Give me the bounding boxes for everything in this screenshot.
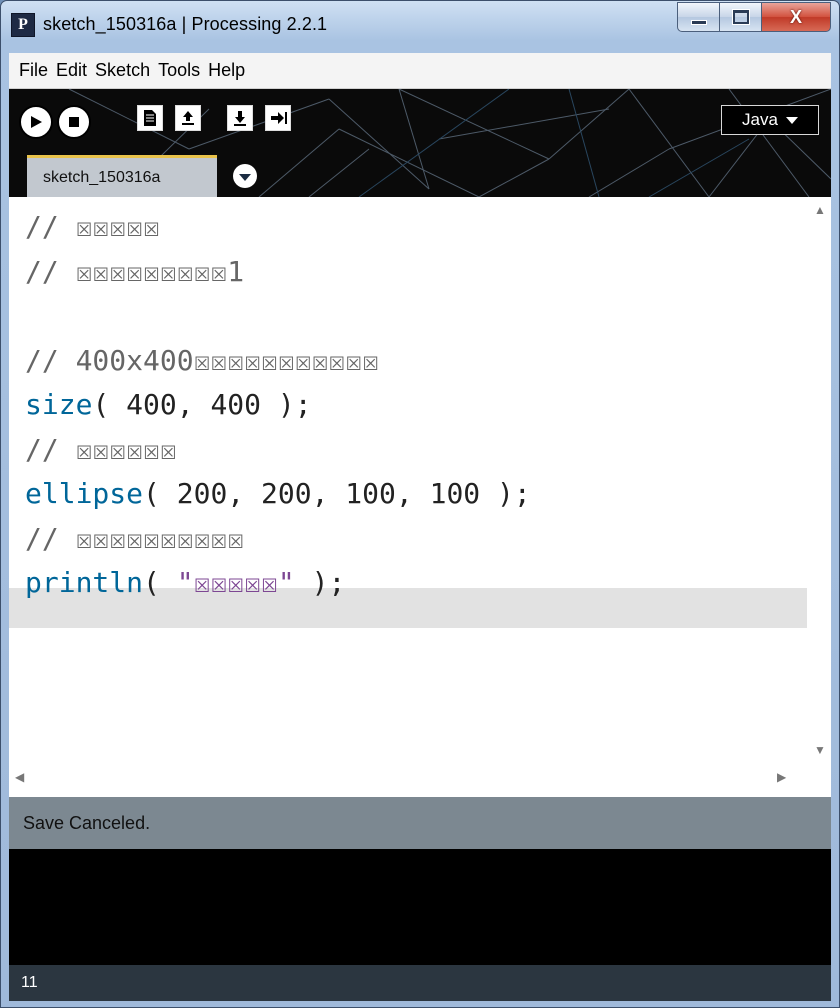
println-close: ); bbox=[294, 566, 346, 599]
size-args: ( 400, 400 ); bbox=[92, 388, 312, 421]
menu-edit[interactable]: Edit bbox=[56, 60, 87, 81]
scroll-down-icon[interactable]: ▼ bbox=[814, 743, 826, 757]
horizontal-scrollbar[interactable]: ◀ ▶ bbox=[9, 765, 807, 789]
scroll-right-icon[interactable]: ▶ bbox=[777, 770, 786, 784]
open-button[interactable] bbox=[175, 105, 201, 131]
toolbar: Java sketch_150316a bbox=[9, 89, 831, 197]
minimize-icon bbox=[690, 19, 707, 25]
menu-help[interactable]: Help bbox=[208, 60, 245, 81]
code-line-1[interactable]: // ☒☒☒☒☒ bbox=[9, 205, 807, 250]
window-controls: X bbox=[677, 2, 831, 32]
code-text: // ☒☒☒☒☒ // ☒☒☒☒☒☒☒☒☒1 // 400x400☒☒☒☒☒☒☒… bbox=[9, 205, 807, 606]
close-button[interactable]: X bbox=[761, 2, 831, 32]
chevron-down-icon bbox=[239, 173, 251, 181]
client-area: File Edit Sketch Tools Help Java sketch_… bbox=[9, 53, 831, 1001]
save-icon bbox=[234, 111, 246, 126]
code-line-4[interactable]: // 400x400☒☒☒☒☒☒☒☒☒☒☒ bbox=[9, 339, 807, 384]
mode-selector[interactable]: Java bbox=[721, 105, 819, 135]
code-line-6[interactable]: // ☒☒☒☒☒☒ bbox=[9, 428, 807, 473]
close-icon: X bbox=[789, 7, 802, 27]
code-line-9[interactable]: println( "☒☒☒☒☒" ); bbox=[9, 561, 807, 606]
tab-sketch[interactable]: sketch_150316a bbox=[27, 155, 217, 197]
status-bar: Save Canceled. bbox=[9, 797, 831, 849]
stop-button[interactable] bbox=[57, 105, 91, 139]
keyword-size: size bbox=[25, 388, 93, 421]
export-icon bbox=[271, 112, 287, 124]
mode-label: Java bbox=[742, 110, 778, 129]
string-literal: "☒☒☒☒☒" bbox=[176, 566, 295, 599]
line-number: 11 bbox=[21, 974, 38, 991]
stop-icon bbox=[69, 117, 79, 127]
window-title: sketch_150316a | Processing 2.2.1 bbox=[43, 14, 328, 34]
line-number-bar: 11 bbox=[9, 965, 831, 1001]
scroll-left-icon[interactable]: ◀ bbox=[15, 770, 24, 784]
tab-menu-button[interactable] bbox=[233, 164, 257, 188]
run-icon bbox=[31, 116, 42, 128]
code-line-8[interactable]: // ☒☒☒☒☒☒☒☒☒☒ bbox=[9, 517, 807, 562]
export-button[interactable] bbox=[265, 105, 291, 131]
code-line-5[interactable]: size( 400, 400 ); bbox=[9, 383, 807, 428]
keyword-ellipse: ellipse bbox=[25, 477, 144, 510]
title-bar[interactable]: P sketch_150316a | Processing 2.2.1 X bbox=[1, 1, 839, 53]
keyword-println: println bbox=[25, 566, 144, 599]
menu-sketch[interactable]: Sketch bbox=[95, 60, 150, 81]
menu-tools[interactable]: Tools bbox=[158, 60, 200, 81]
menu-bar: File Edit Sketch Tools Help bbox=[9, 53, 831, 89]
vertical-scrollbar[interactable]: ▲ ▼ bbox=[807, 197, 831, 765]
ellipse-args: ( 200, 200, 100, 100 ); bbox=[143, 477, 531, 510]
scroll-up-icon[interactable]: ▲ bbox=[814, 203, 826, 217]
run-button[interactable] bbox=[19, 105, 53, 139]
new-button[interactable] bbox=[137, 105, 163, 131]
tab-label: sketch_150316a bbox=[43, 168, 161, 186]
menu-file[interactable]: File bbox=[19, 60, 48, 81]
println-open: ( bbox=[143, 566, 177, 599]
code-editor[interactable]: // ☒☒☒☒☒ // ☒☒☒☒☒☒☒☒☒1 // 400x400☒☒☒☒☒☒☒… bbox=[9, 197, 831, 797]
console-area[interactable] bbox=[9, 849, 831, 965]
maximize-button[interactable] bbox=[719, 2, 761, 32]
new-icon bbox=[144, 110, 156, 126]
code-line-3[interactable] bbox=[9, 294, 807, 339]
maximize-icon bbox=[732, 10, 749, 24]
save-button[interactable] bbox=[227, 105, 253, 131]
code-line-7[interactable]: ellipse( 200, 200, 100, 100 ); bbox=[9, 472, 807, 517]
chevron-down-icon bbox=[785, 116, 798, 124]
code-line-2[interactable]: // ☒☒☒☒☒☒☒☒☒1 bbox=[9, 250, 807, 295]
open-icon bbox=[182, 111, 194, 125]
processing-window: P sketch_150316a | Processing 2.2.1 X Fi… bbox=[0, 0, 840, 1008]
minimize-button[interactable] bbox=[677, 2, 719, 32]
processing-logo-icon: P bbox=[11, 13, 35, 37]
status-message: Save Canceled. bbox=[23, 812, 151, 833]
